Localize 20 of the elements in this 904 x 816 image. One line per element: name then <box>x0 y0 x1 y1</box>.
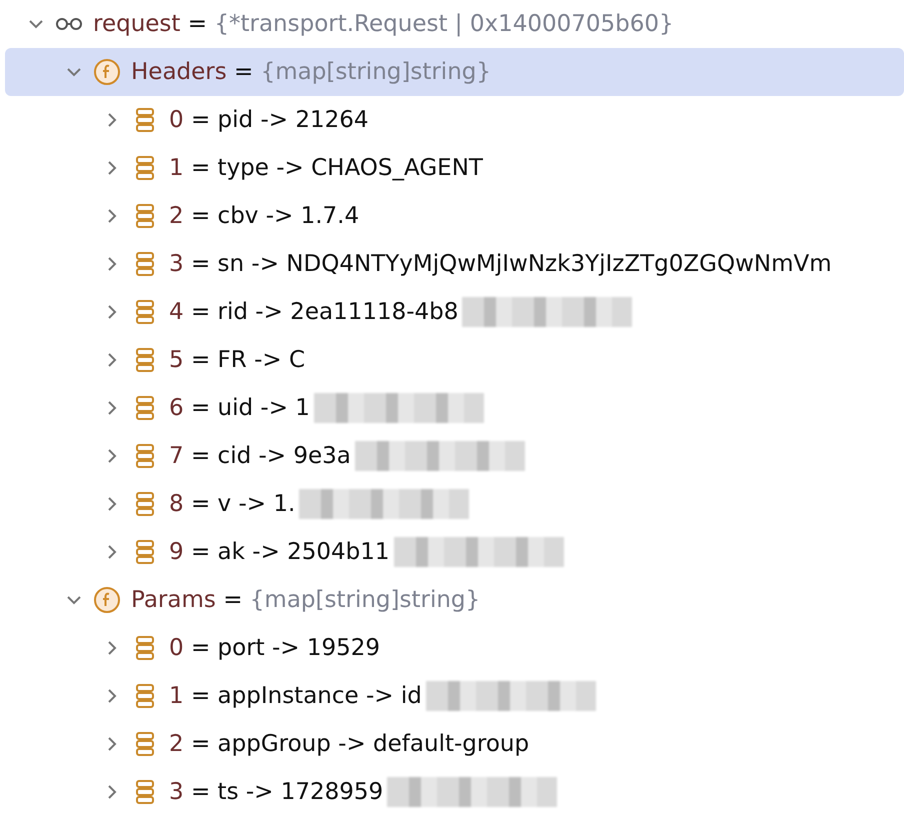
entry-text: 0 = port -> 19529 <box>169 635 380 661</box>
entry-text: 4 = rid -> 2ea11118-4b8 <box>169 299 458 325</box>
entry-text: 1 = appInstance -> id <box>169 683 422 709</box>
entry-text: 2 = appGroup -> default-group <box>169 731 530 757</box>
field-text: Headers = {map[string]string} <box>131 59 491 85</box>
field-icon <box>93 58 121 86</box>
selected-tree-row[interactable]: Headers = {map[string]string} <box>5 48 904 96</box>
entry-text: 0 = pid -> 21264 <box>169 107 368 133</box>
entry-text: 2 = cbv -> 1.7.4 <box>169 203 360 229</box>
variable-text: request = {*transport.Request | 0x14000705b60} <box>93 11 674 37</box>
field-icon <box>93 586 121 614</box>
entry-text: 6 = uid -> 1 <box>169 395 310 421</box>
entry-text: 3 = ts -> 1728959 <box>169 779 384 805</box>
entry-text: 8 = v -> 1. <box>169 491 296 517</box>
entry-text: 7 = cid -> 9e3a <box>169 443 351 469</box>
entry-text: 1 = type -> CHAOS_AGENT <box>169 155 483 181</box>
entry-text: 3 = sn -> NDQ4NTYyMjQwMjIwNzk3YjIzZTg0ZGQwNmVm <box>169 251 832 277</box>
entry-text: 5 = FR -> C <box>169 347 306 373</box>
entry-text: 9 = ak -> 2504b11 <box>169 539 390 565</box>
field-text: Params = {map[string]string} <box>131 587 480 613</box>
